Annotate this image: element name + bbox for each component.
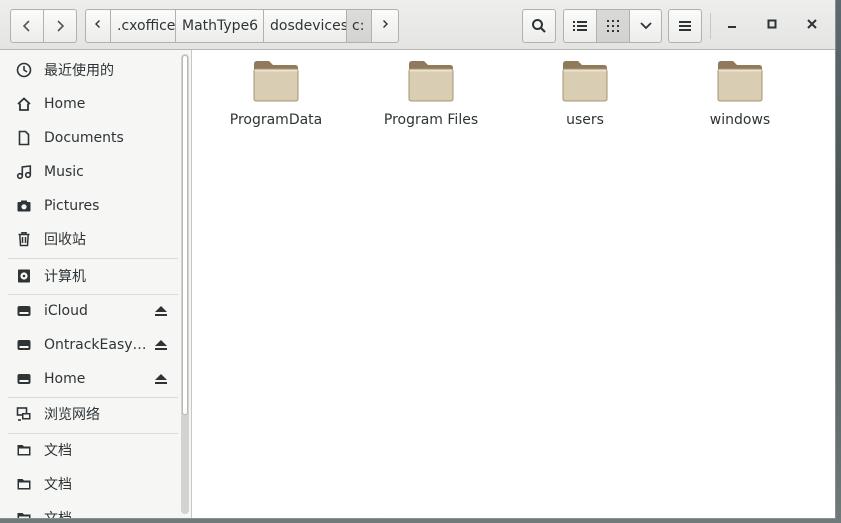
chevron-right-icon — [54, 19, 66, 33]
close-button[interactable] — [795, 9, 829, 43]
header-bar: .cxoffice MathType6 dosdevices c: — [0, 0, 835, 50]
search-button[interactable] — [522, 9, 556, 43]
drive-icon — [16, 371, 32, 387]
sidebar-item-label: 文档 — [44, 511, 72, 519]
file-name: windows — [709, 112, 771, 128]
sidebar-item-label: 浏览网络 — [44, 407, 100, 423]
file-name: Program Files — [383, 112, 479, 128]
grid-view-button[interactable] — [596, 9, 630, 43]
chevron-down-icon — [639, 21, 653, 31]
sidebar-item-label: 回收站 — [44, 232, 86, 248]
sidebar-separator — [8, 258, 178, 259]
folder-icon — [717, 60, 763, 106]
sidebar-item-label: Home — [44, 371, 86, 387]
breadcrumb-item-current[interactable]: c: — [346, 9, 372, 43]
sidebar-item-music[interactable]: Music — [0, 156, 180, 188]
sidebar-item-bookmark[interactable]: 文档 — [0, 434, 180, 466]
sidebar-item-network[interactable]: 浏览网络 — [0, 398, 180, 430]
sidebar-item-label: OntrackEasy… — [44, 337, 147, 353]
header-separator — [710, 13, 711, 39]
minimize-button[interactable] — [715, 9, 749, 43]
grid-view-icon — [607, 20, 619, 32]
computer-icon — [16, 268, 32, 284]
sidebar-item-label: 文档 — [44, 477, 72, 493]
forward-button[interactable] — [43, 9, 77, 43]
file-manager-window: .cxoffice MathType6 dosdevices c: 最近使用的 … — [0, 0, 836, 519]
sidebar-item-trash[interactable]: 回收站 — [0, 223, 180, 255]
sidebar-scrollbar-thumb[interactable] — [182, 55, 188, 415]
file-item[interactable]: users — [520, 60, 650, 140]
eject-icon[interactable] — [154, 338, 168, 352]
eject-icon[interactable] — [154, 304, 168, 318]
clock-icon — [16, 62, 32, 78]
file-item[interactable]: windows — [675, 60, 805, 140]
drive-icon — [16, 303, 32, 319]
music-icon — [16, 164, 32, 180]
folder-icon — [16, 476, 32, 492]
menu-button[interactable] — [668, 9, 702, 43]
folder-icon — [562, 60, 608, 106]
maximize-button[interactable] — [755, 9, 789, 43]
sidebar-item-label: iCloud — [44, 303, 88, 319]
minimize-icon — [726, 18, 738, 34]
folder-icon — [16, 510, 32, 518]
search-icon — [531, 18, 547, 34]
document-icon — [16, 130, 32, 146]
list-view-button[interactable] — [563, 9, 597, 43]
sidebar-item-label: 计算机 — [44, 269, 86, 285]
sidebar-item-label: Pictures — [44, 198, 100, 214]
sidebar-item-recent[interactable]: 最近使用的 — [0, 54, 180, 86]
breadcrumb-item[interactable]: .cxoffice — [110, 9, 176, 43]
sidebar-item-label: Music — [44, 164, 84, 180]
chevron-left-icon — [21, 19, 33, 33]
sidebar-item-ontrackeasy[interactable]: OntrackEasy… — [0, 329, 180, 361]
file-item[interactable]: ProgramData — [211, 60, 341, 140]
sidebar-item-bookmark[interactable]: 文档 — [0, 468, 180, 500]
sidebar-item-label: 最近使用的 — [44, 63, 114, 79]
file-name: users — [566, 112, 604, 128]
sidebar-item-home[interactable]: Home — [0, 88, 180, 120]
list-view-icon — [573, 20, 587, 32]
trash-icon — [16, 231, 32, 247]
chevron-left-icon — [93, 18, 103, 34]
breadcrumb-item[interactable]: MathType6 — [175, 9, 264, 43]
sidebar: 最近使用的 Home Documents Music Pictures 回收站 … — [0, 50, 192, 519]
folder-icon — [253, 60, 299, 106]
sidebar-item-pictures[interactable]: Pictures — [0, 190, 180, 222]
eject-icon[interactable] — [154, 372, 168, 386]
view-options-button[interactable] — [629, 9, 662, 43]
sidebar-item-documents[interactable]: Documents — [0, 122, 180, 154]
sidebar-item-computer[interactable]: 计算机 — [0, 260, 180, 292]
hamburger-menu-icon — [678, 20, 692, 32]
chevron-right-icon — [380, 18, 390, 34]
file-item[interactable]: Program Files — [366, 60, 496, 140]
sidebar-item-label: Home — [44, 96, 86, 112]
sidebar-item-icloud[interactable]: iCloud — [0, 295, 180, 327]
home-icon — [16, 96, 32, 112]
breadcrumb-scroll-left-button[interactable] — [85, 9, 111, 43]
back-button[interactable] — [10, 9, 44, 43]
sidebar-item-bookmark[interactable]: 文档 — [0, 502, 180, 519]
camera-icon — [16, 198, 32, 214]
folder-icon — [16, 442, 32, 458]
folder-icon — [408, 60, 454, 106]
drive-icon — [16, 337, 32, 353]
file-view: ProgramData Program Files users windows — [193, 50, 834, 518]
breadcrumb-item[interactable]: dosdevices — [263, 9, 348, 43]
close-icon — [806, 18, 818, 34]
sidebar-item-label: Documents — [44, 130, 124, 146]
sidebar-item-home-drive[interactable]: Home — [0, 363, 180, 395]
file-name: ProgramData — [229, 112, 323, 128]
sidebar-item-label: 文档 — [44, 443, 72, 459]
network-icon — [16, 406, 32, 422]
maximize-icon — [766, 18, 778, 34]
breadcrumb-scroll-right-button[interactable] — [371, 9, 399, 43]
